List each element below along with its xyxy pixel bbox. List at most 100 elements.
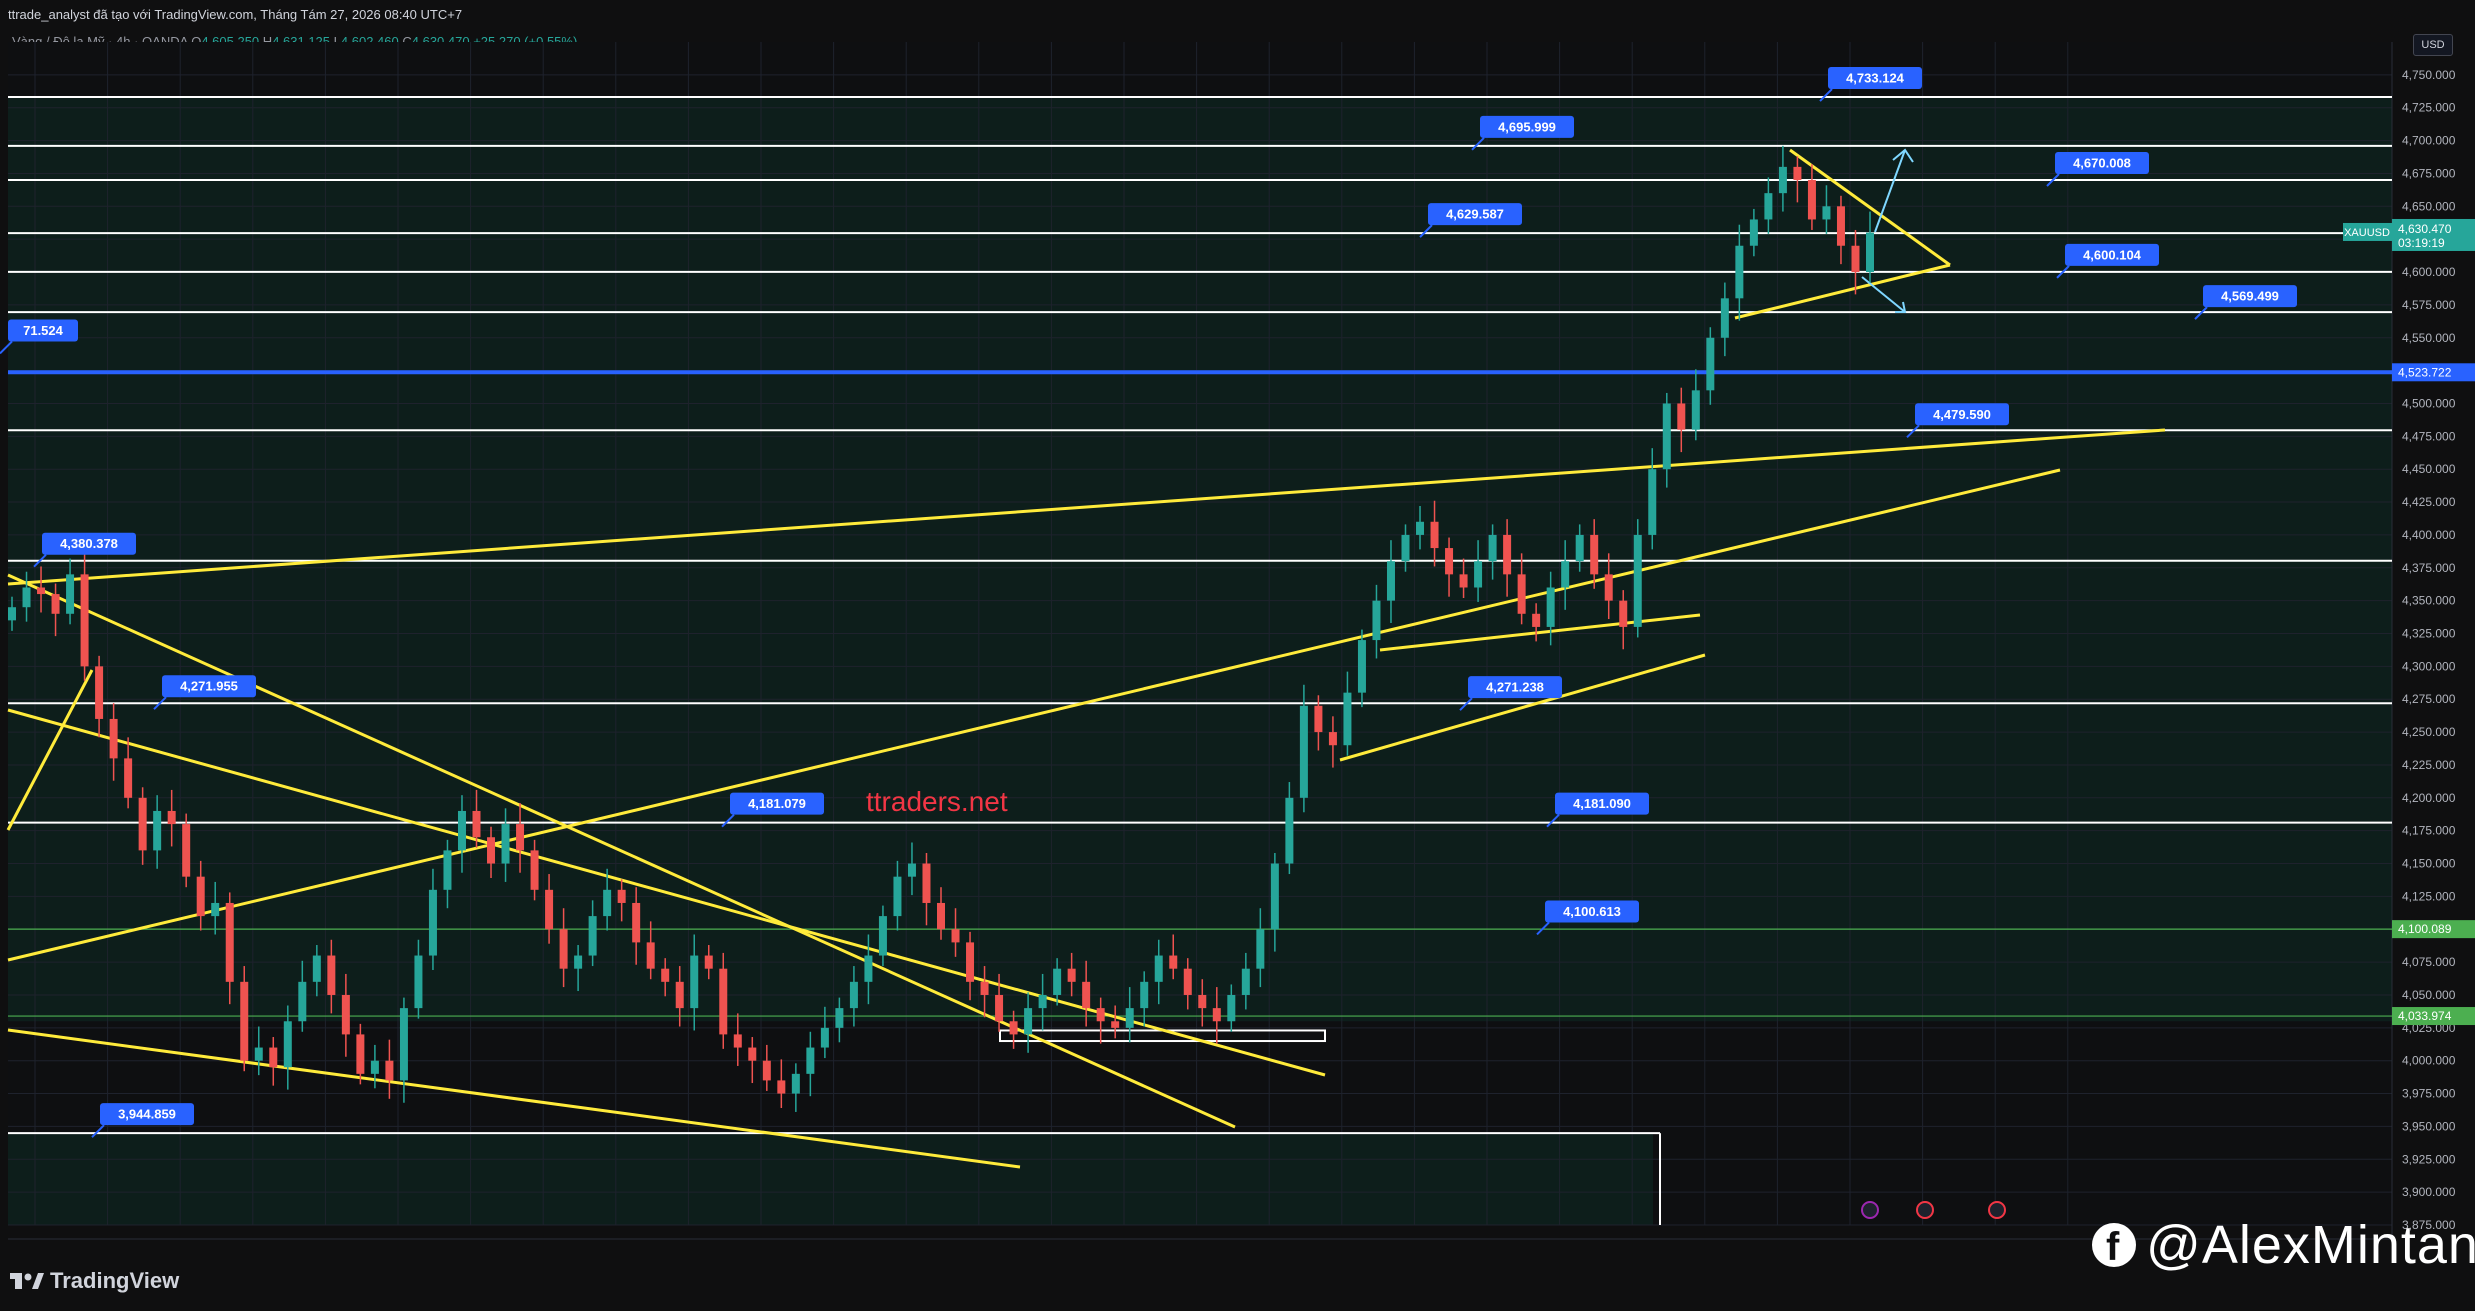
candle-body bbox=[719, 968, 728, 1035]
candle-body bbox=[646, 942, 655, 969]
price-tick-label: 4,050.000 bbox=[2402, 988, 2456, 1002]
candle-body bbox=[1546, 587, 1555, 627]
candle-body bbox=[1328, 732, 1337, 746]
level-label-text: 4,479.590 bbox=[1933, 407, 1991, 422]
candle-body bbox=[849, 981, 858, 1009]
candle-body bbox=[675, 981, 684, 1009]
candle-body bbox=[1212, 1008, 1221, 1022]
candle-body bbox=[109, 718, 118, 759]
candle-body bbox=[1169, 955, 1178, 969]
price-tick-label: 4,150.000 bbox=[2402, 857, 2456, 871]
tradingview-logo[interactable]: TradingView bbox=[10, 1268, 179, 1294]
candle-body bbox=[95, 666, 104, 719]
price-tick-label: 3,950.000 bbox=[2402, 1119, 2456, 1133]
candle-body bbox=[1720, 298, 1729, 338]
level-label-text: 3,944.859 bbox=[118, 1107, 176, 1122]
candle-body bbox=[1111, 1021, 1120, 1028]
symbol-badge-text: XAUUSD bbox=[2344, 227, 2390, 239]
candle-body bbox=[559, 929, 568, 969]
candle-body bbox=[414, 955, 423, 1009]
level-label-text: 4,380.378 bbox=[60, 536, 118, 551]
level-label-text: 4,271.955 bbox=[180, 679, 238, 694]
candle-body bbox=[356, 1034, 365, 1074]
candle-body bbox=[1851, 245, 1860, 273]
price-tick-label: 4,425.000 bbox=[2402, 495, 2456, 509]
candle-body bbox=[1822, 206, 1831, 220]
candle-body bbox=[501, 824, 510, 864]
candle-body bbox=[704, 955, 713, 969]
candle-body bbox=[472, 810, 481, 838]
candle-body bbox=[22, 587, 31, 608]
price-tick-label: 4,000.000 bbox=[2402, 1054, 2456, 1068]
candle-body bbox=[1183, 968, 1192, 995]
candle-body bbox=[777, 1080, 786, 1094]
candle-body bbox=[283, 1021, 292, 1068]
candle-body bbox=[1416, 521, 1425, 535]
candle-body bbox=[196, 876, 205, 917]
candle-body bbox=[1590, 534, 1599, 575]
candle-body bbox=[864, 955, 873, 982]
candle-body bbox=[1706, 337, 1715, 391]
candle-body bbox=[835, 1008, 844, 1028]
candle-body bbox=[617, 889, 626, 903]
candle-body bbox=[1024, 1008, 1033, 1035]
event-marker-icon bbox=[1916, 1201, 1934, 1219]
price-tick-label: 4,700.000 bbox=[2402, 134, 2456, 148]
level-label-text: 71.524 bbox=[23, 323, 64, 338]
candle-body bbox=[1096, 1008, 1105, 1022]
price-tick-label: 4,125.000 bbox=[2402, 889, 2456, 903]
price-badge-text: 4,100.089 bbox=[2398, 922, 2452, 936]
candle-body bbox=[588, 916, 597, 956]
candle-body bbox=[1082, 981, 1091, 1009]
price-tick-label: 4,575.000 bbox=[2402, 298, 2456, 312]
candle-body bbox=[1488, 534, 1497, 562]
candle-body bbox=[574, 955, 583, 969]
candle-body bbox=[1807, 180, 1816, 220]
candle-body bbox=[1749, 219, 1758, 246]
candle-body bbox=[690, 955, 699, 1009]
candle-body bbox=[820, 1027, 829, 1048]
candle-body bbox=[428, 889, 437, 956]
candle-body bbox=[1270, 863, 1279, 930]
candle-body bbox=[1241, 968, 1250, 995]
candle-body bbox=[385, 1060, 394, 1081]
price-tick-label: 4,650.000 bbox=[2402, 199, 2456, 213]
level-label-text: 4,733.124 bbox=[1846, 71, 1905, 86]
price-tick-label: 4,225.000 bbox=[2402, 758, 2456, 772]
candle-body bbox=[1764, 193, 1773, 220]
candle-body bbox=[1357, 640, 1366, 693]
price-tick-label: 4,600.000 bbox=[2402, 265, 2456, 279]
price-tick-label: 4,175.000 bbox=[2402, 824, 2456, 838]
candle-body bbox=[1662, 403, 1671, 470]
price-tick-label: 4,475.000 bbox=[2402, 429, 2456, 443]
candle-body bbox=[1778, 166, 1787, 194]
price-tick-label: 4,250.000 bbox=[2402, 725, 2456, 739]
price-tick-label: 4,300.000 bbox=[2402, 659, 2456, 673]
candle-body bbox=[66, 574, 75, 614]
candle-body bbox=[1053, 968, 1062, 995]
candle-body bbox=[1140, 981, 1149, 1009]
price-badge-text: 4,033.974 bbox=[2398, 1009, 2452, 1023]
tradingview-logo-text: TradingView bbox=[50, 1268, 180, 1293]
candle-body bbox=[37, 587, 46, 595]
candle-body bbox=[1619, 600, 1628, 627]
candle-body bbox=[1459, 574, 1468, 588]
price-chart[interactable]: 3,875.0003,900.0003,925.0003,950.0003,97… bbox=[0, 0, 2475, 1311]
candle-body bbox=[603, 889, 612, 917]
price-tick-label: 4,350.000 bbox=[2402, 594, 2456, 608]
level-label-text: 4,181.090 bbox=[1573, 796, 1631, 811]
event-marker-icon bbox=[1861, 1201, 1879, 1219]
candle-body bbox=[922, 863, 931, 903]
candle-body bbox=[1866, 232, 1874, 273]
price-tick-label: 4,375.000 bbox=[2402, 561, 2456, 575]
candle-body bbox=[312, 955, 321, 982]
candle-body bbox=[1633, 534, 1642, 627]
price-badge-text: 4,523.722 bbox=[2398, 365, 2452, 379]
price-tick-label: 4,075.000 bbox=[2402, 955, 2456, 969]
price-tick-label: 4,750.000 bbox=[2402, 68, 2456, 82]
price-tick-label: 4,550.000 bbox=[2402, 331, 2456, 345]
candle-body bbox=[661, 968, 670, 982]
candle-body bbox=[1227, 994, 1236, 1022]
level-label-text: 4,695.999 bbox=[1498, 119, 1556, 134]
price-tick-label: 4,450.000 bbox=[2402, 462, 2456, 476]
